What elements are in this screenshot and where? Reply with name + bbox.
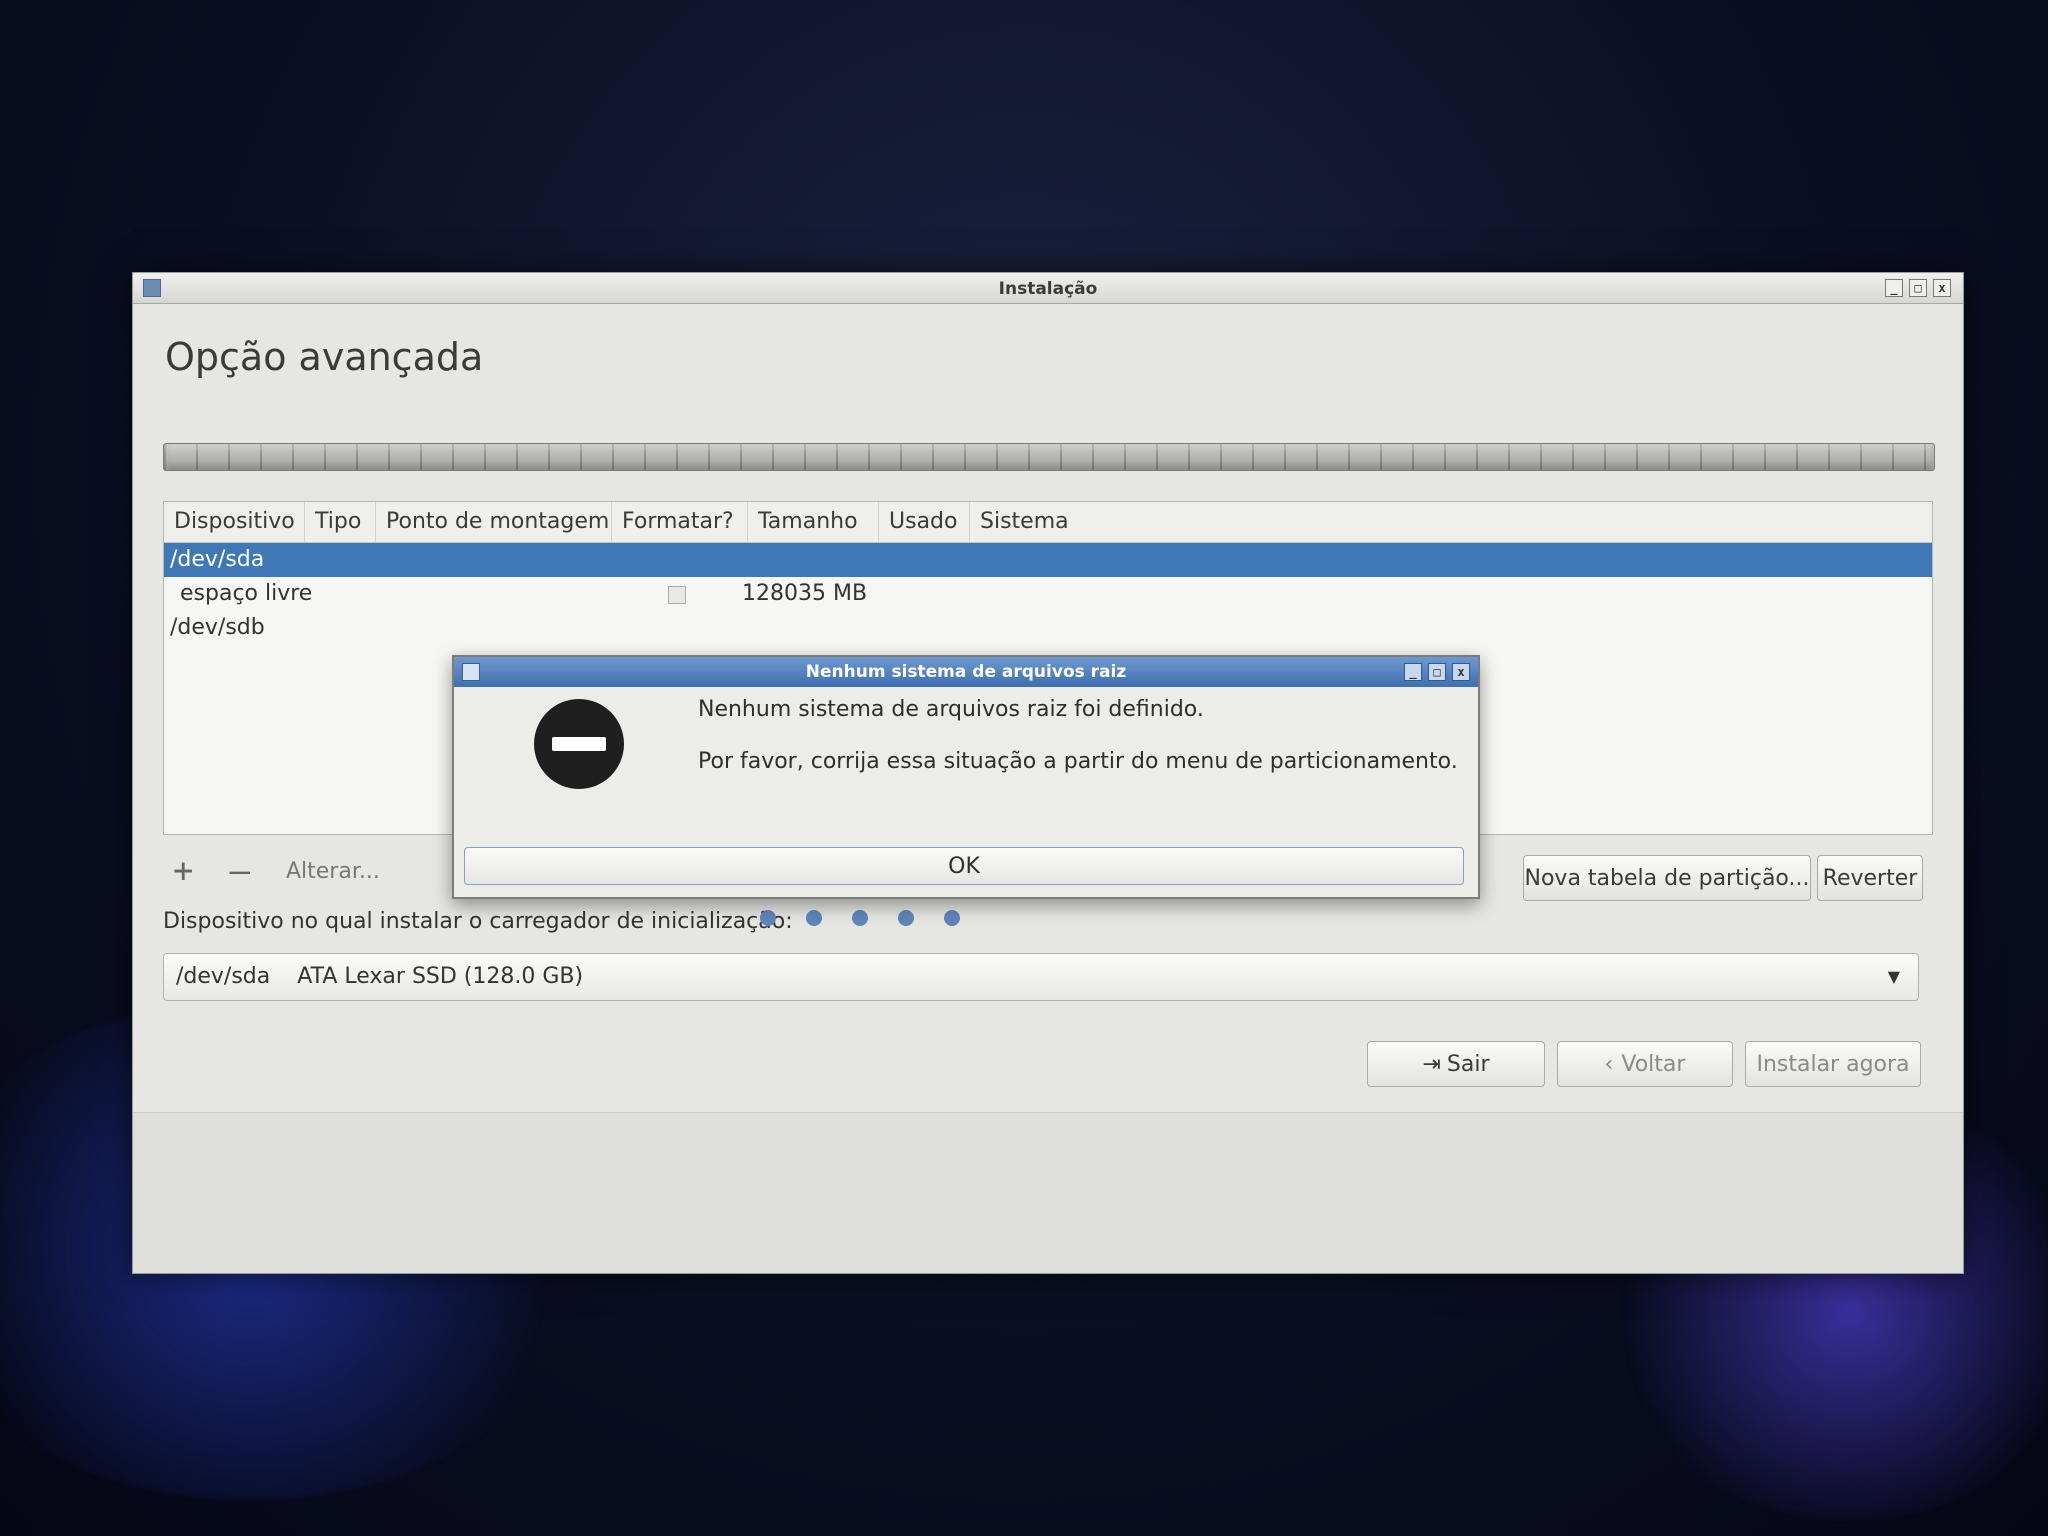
maximize-icon[interactable]: □ <box>1428 663 1446 681</box>
install-now-button[interactable]: Instalar agora <box>1745 1041 1921 1087</box>
table-row[interactable]: /dev/sdb <box>164 611 1932 645</box>
column-header[interactable]: Formatar? <box>612 502 748 542</box>
partition-tools: + — Alterar... <box>173 851 380 891</box>
revert-button[interactable]: Reverter <box>1817 855 1923 901</box>
window-title: Instalação <box>998 279 1098 299</box>
close-icon[interactable]: x <box>1452 663 1470 681</box>
bootloader-device: /dev/sda <box>176 964 271 989</box>
progress-dot <box>898 910 914 926</box>
progress-dot <box>944 910 960 926</box>
error-dialog: Nenhum sistema de arquivos raiz _ □ x Ne… <box>452 655 1480 899</box>
page-title: Opção avançada <box>165 335 484 379</box>
column-header[interactable]: Dispositivo <box>164 502 305 542</box>
chevron-down-icon: ▼ <box>1887 967 1900 986</box>
close-icon[interactable]: x <box>1933 279 1951 297</box>
dialog-titlebar[interactable]: Nenhum sistema de arquivos raiz _ □ x <box>454 657 1478 687</box>
back-button[interactable]: ‹ Voltar <box>1557 1041 1733 1087</box>
dialog-title: Nenhum sistema de arquivos raiz <box>805 662 1127 682</box>
new-partition-table-button[interactable]: Nova tabela de partição... <box>1523 855 1811 901</box>
window-footer <box>133 1112 1963 1273</box>
column-header[interactable]: Sistema <box>970 502 1079 542</box>
table-row[interactable]: /dev/sda <box>164 543 1932 577</box>
chevron-left-icon: ‹ <box>1604 1051 1614 1077</box>
dialog-detail: Por favor, corrija essa situação a parti… <box>698 749 1458 774</box>
minimize-icon[interactable]: _ <box>1404 663 1422 681</box>
device-cell: /dev/sdb <box>170 615 265 640</box>
add-partition-button[interactable]: + <box>173 851 193 891</box>
progress-dot <box>806 910 822 926</box>
progress-dot <box>760 910 776 926</box>
bootloader-description: ATA Lexar SSD (128.0 GB) <box>297 964 584 989</box>
format-checkbox[interactable] <box>668 586 686 604</box>
progress-dot <box>852 910 868 926</box>
maximize-icon[interactable]: □ <box>1909 279 1927 297</box>
bootloader-device-select[interactable]: /dev/sda ATA Lexar SSD (128.0 GB) ▼ <box>163 953 1919 1001</box>
error-stop-icon <box>534 699 624 789</box>
column-header[interactable]: Tamanho <box>748 502 879 542</box>
dialog-message: Nenhum sistema de arquivos raiz foi defi… <box>698 697 1204 722</box>
minimize-icon[interactable]: _ <box>1885 279 1903 297</box>
quit-label: Sair <box>1446 1051 1490 1077</box>
exit-icon: ⇥ <box>1422 1051 1441 1077</box>
column-header[interactable]: Ponto de montagem <box>376 502 612 542</box>
quit-button[interactable]: ⇥ Sair <box>1367 1041 1545 1087</box>
column-header[interactable]: Usado <box>879 502 970 542</box>
partition-bar <box>163 443 1935 471</box>
remove-partition-button[interactable]: — <box>229 851 249 891</box>
device-cell: /dev/sda <box>170 547 265 572</box>
table-row[interactable]: espaço livre 128035 MB <box>164 577 1932 611</box>
change-partition-button[interactable]: Alterar... <box>286 859 380 884</box>
window-titlebar[interactable]: Instalação _ □ x <box>133 273 1963 304</box>
size-cell: 128035 MB <box>742 581 868 606</box>
back-label: Voltar <box>1621 1051 1686 1077</box>
table-header: Dispositivo Tipo Ponto de montagem Forma… <box>164 502 1932 543</box>
ok-button[interactable]: OK <box>464 847 1464 885</box>
column-header[interactable]: Tipo <box>305 502 376 542</box>
device-cell: espaço livre <box>180 581 313 606</box>
bootloader-label: Dispositivo no qual instalar o carregado… <box>163 909 793 934</box>
progress-dots <box>760 910 960 926</box>
